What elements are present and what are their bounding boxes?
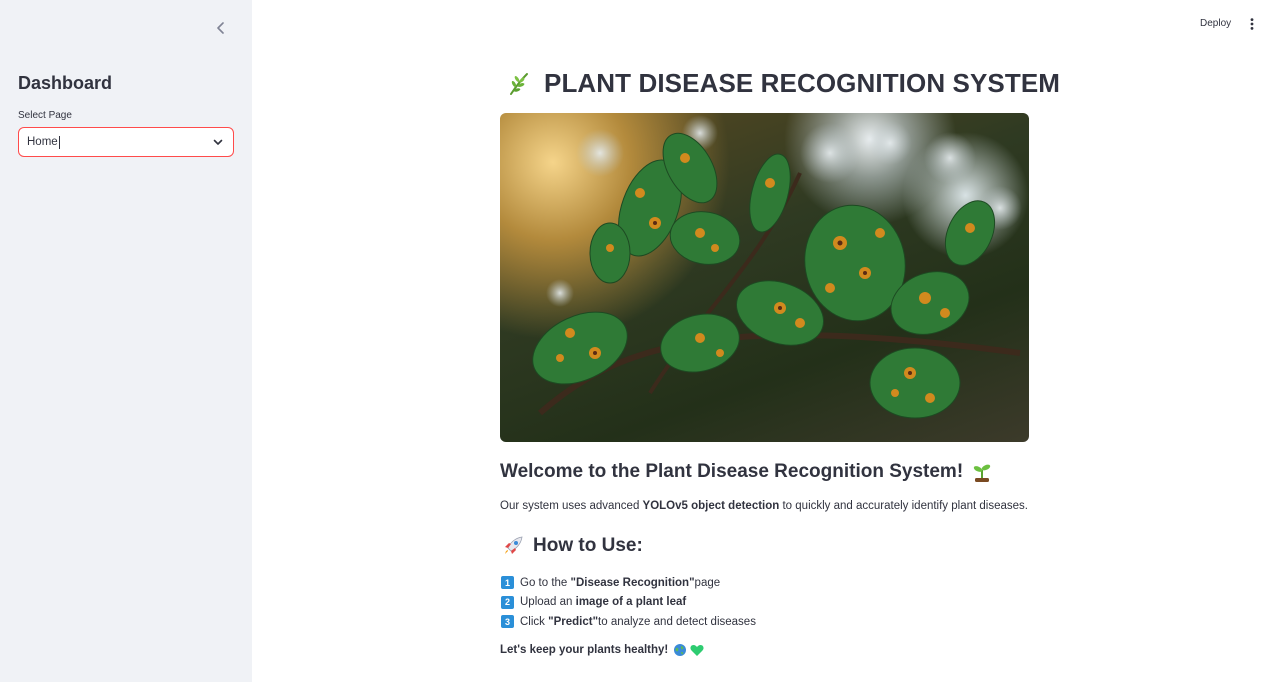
list-item: 1 Go to the "Disease Recognition" page	[500, 573, 756, 593]
step-text: Click	[520, 615, 545, 628]
welcome-heading-text: Welcome to the Plant Disease Recognition…	[500, 461, 964, 482]
list-item: 3 Click "Predict" to analyze and detect …	[500, 612, 756, 632]
herb-icon	[506, 71, 532, 97]
page-title: PLANT DISEASE RECOGNITION SYSTEM	[506, 68, 1060, 99]
app-root: Dashboard Select Page Home Deploy PLANT …	[0, 0, 1280, 682]
step-text: Upload an	[520, 596, 573, 609]
main-menu-button[interactable]	[1244, 16, 1260, 32]
keycap-3-icon: 3	[501, 615, 514, 629]
welcome-heading: Welcome to the Plant Disease Recognition…	[500, 461, 993, 483]
closing-text-content: Let's keep your plants healthy!	[500, 644, 669, 656]
how-to-use-heading: How to Use:	[502, 535, 643, 557]
green-heart-icon	[690, 644, 704, 657]
rocket-icon	[502, 535, 524, 557]
leaf-illustration	[532, 115, 1022, 419]
chevron-down-icon	[213, 139, 223, 145]
select-page-label: Select Page	[18, 110, 72, 121]
sidebar: Dashboard Select Page Home	[0, 0, 252, 682]
seedling-icon	[971, 461, 993, 483]
select-page-dropdown[interactable]: Home	[18, 127, 234, 157]
keycap-2-icon: 2	[501, 595, 514, 609]
deploy-button[interactable]: Deploy	[1196, 15, 1235, 32]
hero-image-diseased-leaves	[500, 113, 1029, 442]
step-text: Go to the	[520, 576, 568, 589]
intro-prefix: Our system uses advanced	[500, 500, 643, 512]
page-title-text: PLANT DISEASE RECOGNITION SYSTEM	[544, 68, 1061, 98]
steps-list: 1 Go to the "Disease Recognition" page 2…	[500, 573, 756, 632]
step-highlight: "Disease Recognition"	[570, 576, 695, 589]
select-page-value: Home	[27, 136, 58, 148]
intro-suffix: to quickly and accurately identify plant…	[779, 500, 1028, 512]
intro-paragraph: Our system uses advanced YOLOv5 object d…	[500, 500, 1028, 512]
sidebar-title: Dashboard	[18, 73, 113, 93]
how-to-use-text: How to Use:	[533, 535, 643, 556]
list-item: 2 Upload an image of a plant leaf	[500, 593, 756, 613]
step-highlight: image of a plant leaf	[575, 596, 687, 609]
more-vertical-icon	[1250, 18, 1254, 30]
step-highlight: "Predict"	[548, 615, 599, 628]
step-text-suffix: to analyze and detect diseases	[598, 615, 756, 628]
keycap-1-icon: 1	[501, 576, 514, 590]
collapse-sidebar-button[interactable]	[211, 18, 231, 38]
text-cursor	[58, 135, 60, 149]
closing-text: Let's keep your plants healthy!	[500, 643, 704, 657]
globe-icon	[673, 643, 687, 657]
chevron-left-icon	[217, 22, 224, 34]
intro-highlight: YOLOv5 object detection	[642, 500, 780, 512]
step-text-suffix: page	[694, 576, 721, 589]
